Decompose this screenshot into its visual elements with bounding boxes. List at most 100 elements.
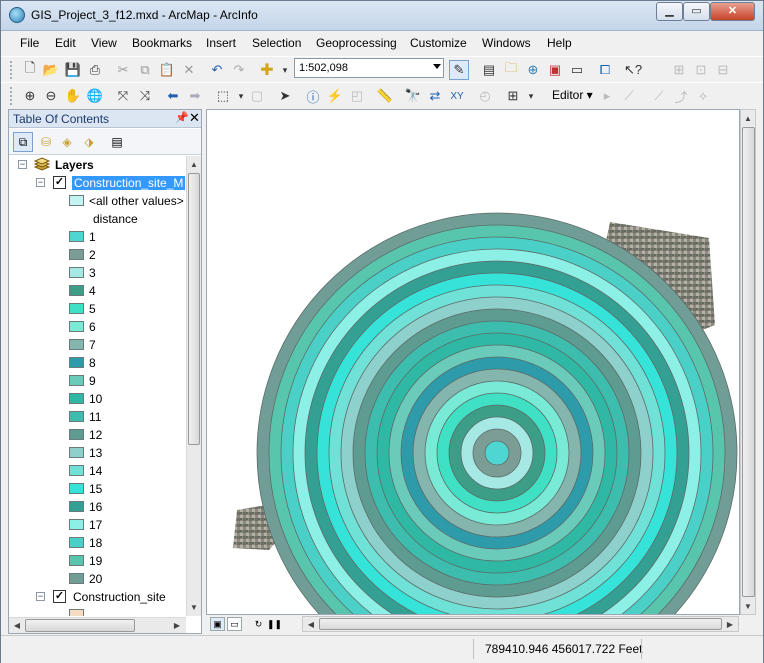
legend-swatch[interactable]	[69, 573, 84, 584]
minimize-button[interactable]: ▁	[656, 2, 683, 21]
tree-node-layer2[interactable]: − ✓ Construction_site	[9, 588, 186, 606]
forward-extent-icon[interactable]: ➡	[185, 86, 205, 106]
data-view-icon[interactable]: ▣	[210, 617, 225, 631]
zoom-out-icon[interactable]: ⊖	[41, 86, 61, 106]
zoom-in-icon[interactable]: ⊕	[20, 86, 40, 106]
menu-windows[interactable]: Windows	[482, 36, 531, 50]
save-icon[interactable]: 💾	[63, 60, 83, 80]
editor-menu[interactable]: Editor ▾	[552, 88, 593, 102]
identify-icon[interactable]: ⓘ	[303, 86, 323, 106]
map-horizontal-scrollbar[interactable]: ◀ ▶	[302, 616, 739, 632]
map-vertical-scrollbar[interactable]: ▲ ▼	[740, 109, 756, 615]
legend-class-row[interactable]: 8	[9, 354, 186, 372]
trace-icon[interactable]: ⟡	[693, 86, 713, 106]
legend-swatch[interactable]	[69, 375, 84, 386]
legend-swatch[interactable]	[69, 195, 84, 206]
disabled-tool-icon[interactable]: ⊟	[713, 60, 733, 80]
new-document-icon[interactable]: 🗋	[20, 60, 40, 80]
legend-class-row[interactable]: 20	[9, 570, 186, 588]
go-to-xy-icon[interactable]: XY	[447, 86, 467, 106]
legend-swatch[interactable]	[69, 483, 84, 494]
redo-icon[interactable]: ↷	[229, 60, 249, 80]
editor-toolbar-icon[interactable]: ✎	[449, 60, 469, 80]
layer-visibility-checkbox[interactable]: ✓	[53, 176, 66, 189]
legend-swatch[interactable]	[69, 339, 84, 350]
legend-class-row[interactable]: 13	[9, 444, 186, 462]
collapse-icon[interactable]: −	[36, 178, 45, 187]
collapse-icon[interactable]: −	[36, 592, 45, 601]
list-by-selection-icon[interactable]: ⬗	[79, 132, 99, 152]
add-data-icon[interactable]: ✚	[257, 60, 277, 80]
back-extent-icon[interactable]: ⬅	[163, 86, 183, 106]
table-of-contents-window-icon[interactable]: ▤	[479, 60, 499, 80]
legend-swatch[interactable]	[69, 411, 84, 422]
edit-annotation-icon[interactable]: ⟋	[619, 86, 639, 106]
legend-class-row[interactable]: 15	[9, 480, 186, 498]
find-binoculars-icon[interactable]: 🔭	[403, 86, 423, 106]
list-by-source-icon[interactable]: ⛁	[36, 132, 56, 152]
fixed-zoom-in-icon[interactable]: ⤧	[113, 86, 133, 106]
legend-class-row[interactable]: 1	[9, 228, 186, 246]
scroll-thumb[interactable]	[742, 127, 755, 597]
toc-vertical-scrollbar[interactable]: ▲ ▼	[186, 156, 201, 616]
legend-class-row[interactable]: 4	[9, 282, 186, 300]
legend-swatch[interactable]	[69, 357, 84, 368]
legend-swatch[interactable]	[69, 447, 84, 458]
chevron-down-icon[interactable]	[433, 64, 441, 69]
full-extent-globe-icon[interactable]: 🌐	[85, 86, 105, 106]
legend-swatch[interactable]	[69, 393, 84, 404]
pause-drawing-icon[interactable]: ❚❚	[267, 617, 282, 631]
legend-other-values[interactable]: <all other values>	[9, 192, 186, 210]
legend-class-row[interactable]: 17	[9, 516, 186, 534]
legend-class-row[interactable]: 5	[9, 300, 186, 318]
disabled-tool-icon[interactable]: ⊡	[691, 60, 711, 80]
close-button[interactable]: ✕	[710, 2, 755, 21]
legend-swatch[interactable]	[69, 249, 84, 260]
tree-node-layer1[interactable]: − ✓ Construction_site_M	[9, 174, 186, 192]
pan-hand-icon[interactable]: ✋	[63, 86, 83, 106]
menu-selection[interactable]: Selection	[252, 36, 301, 50]
legend-class-row[interactable]: 7	[9, 336, 186, 354]
catalog-window-icon[interactable]: 🗀	[501, 60, 521, 80]
map-canvas[interactable]	[207, 110, 740, 615]
add-data-dropdown-icon[interactable]: ▾	[275, 60, 295, 80]
toolbar-grip[interactable]	[9, 86, 13, 106]
scroll-thumb[interactable]	[188, 173, 200, 445]
refresh-icon[interactable]: ↻	[251, 617, 266, 631]
python-window-icon[interactable]: ▭	[567, 60, 587, 80]
layer-visibility-checkbox[interactable]: ✓	[53, 590, 66, 603]
fixed-zoom-out-icon[interactable]: ⤨	[135, 86, 155, 106]
close-icon[interactable]: ✕	[189, 110, 200, 126]
pin-icon[interactable]: 📌	[175, 111, 189, 124]
undo-icon[interactable]: ↶	[207, 60, 227, 80]
hyperlink-icon[interactable]: ⚡	[325, 86, 345, 106]
clear-selection-icon[interactable]: ▢	[247, 86, 267, 106]
scroll-right-icon[interactable]: ▶	[170, 618, 184, 632]
collapse-icon[interactable]: −	[18, 160, 27, 169]
scroll-right-icon[interactable]: ▶	[723, 617, 737, 631]
select-elements-arrow-icon[interactable]: ➤	[275, 86, 295, 106]
map-scale-input[interactable]: 1:502,098	[294, 58, 444, 78]
legend-class-row[interactable]: 12	[9, 426, 186, 444]
measure-icon[interactable]: 📏	[375, 86, 395, 106]
list-by-visibility-icon[interactable]: ◈	[57, 132, 77, 152]
scroll-left-icon[interactable]: ◀	[304, 617, 318, 631]
menu-bookmarks[interactable]: Bookmarks	[132, 36, 192, 50]
menu-help[interactable]: Help	[547, 36, 572, 50]
straight-segment-icon[interactable]: ⟋	[649, 86, 669, 106]
print-icon[interactable]: ⎙	[85, 60, 105, 80]
legend-swatch[interactable]	[69, 537, 84, 548]
legend-class-row[interactable]: 14	[9, 462, 186, 480]
time-slider-icon[interactable]: ◴	[475, 86, 495, 106]
edit-tool-icon[interactable]: ▸	[597, 86, 617, 106]
options-icon[interactable]: ▤	[107, 132, 127, 152]
menu-geoprocessing[interactable]: Geoprocessing	[316, 36, 397, 50]
legend-class-row[interactable]: 18	[9, 534, 186, 552]
toolbar-grip[interactable]	[9, 60, 13, 80]
legend-swatch[interactable]	[69, 465, 84, 476]
menu-customize[interactable]: Customize	[410, 36, 467, 50]
list-by-drawing-order-icon[interactable]: ⧉	[13, 132, 33, 152]
search-window-icon[interactable]: ⊕	[523, 60, 543, 80]
scroll-left-icon[interactable]: ◀	[10, 618, 24, 632]
legend-swatch[interactable]	[69, 303, 84, 314]
